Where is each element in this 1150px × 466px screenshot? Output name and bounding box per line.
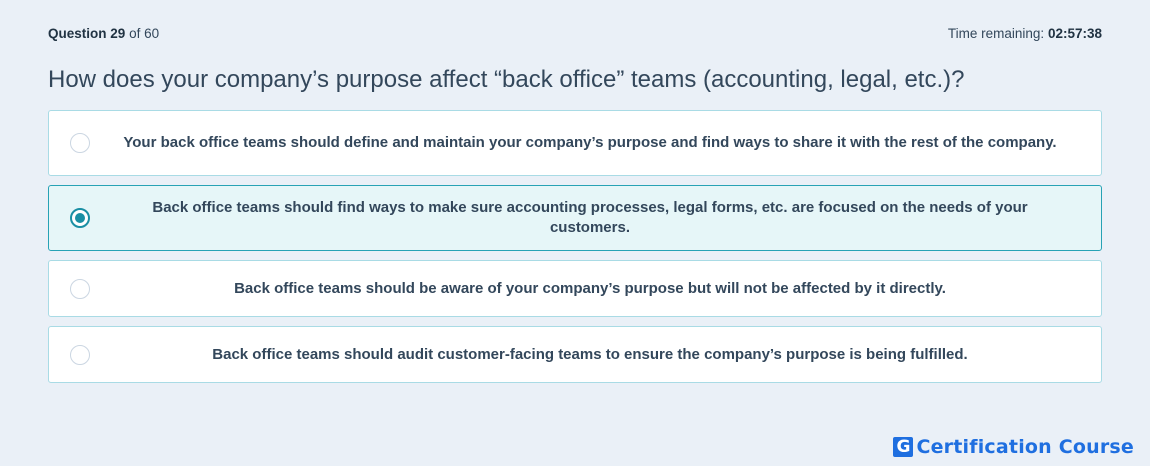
question-number: 29 — [110, 25, 126, 41]
answer-option-text: Your back office teams should define and… — [123, 134, 1057, 151]
answer-option-4[interactable]: Back office teams should audit customer-… — [48, 326, 1102, 383]
brand-name: Certification Course — [916, 436, 1134, 458]
timer-label: Time remaining: — [947, 25, 1045, 41]
radio-button-1[interactable] — [70, 133, 90, 153]
answer-option-text: Back office teams should be aware of you… — [234, 279, 946, 297]
question-title: How does your company’s purpose affect “… — [48, 66, 965, 93]
timer-value: 02:57:38 — [1047, 25, 1102, 41]
timer: Time remaining: 02:57:38 — [948, 26, 1102, 41]
brand-logo-icon: G — [893, 437, 914, 457]
answer-options: Your back office teams should define and… — [48, 110, 1102, 392]
radio-button-3[interactable] — [70, 278, 90, 299]
answer-option-text: Back office teams should find ways to ma… — [152, 199, 1028, 236]
answer-option-1[interactable]: Your back office teams should define and… — [48, 110, 1102, 176]
answer-option-3[interactable]: Back office teams should be aware of you… — [48, 260, 1102, 317]
quiz-page: Question 29 of 60 Time remaining: 02:57:… — [0, 0, 1150, 466]
radio-button-2-selected[interactable] — [70, 208, 90, 228]
question-label: Question — [48, 25, 107, 41]
brand-watermark: G Certification Course — [893, 436, 1134, 458]
question-total: of 60 — [129, 25, 160, 41]
answer-option-2[interactable]: Back office teams should find ways to ma… — [48, 185, 1102, 251]
answer-option-text: Back office teams should audit customer-… — [212, 345, 968, 363]
radio-button-4[interactable] — [70, 344, 90, 365]
quiz-header: Question 29 of 60 Time remaining: 02:57:… — [48, 24, 1102, 42]
question-counter: Question 29 of 60 — [48, 26, 159, 41]
